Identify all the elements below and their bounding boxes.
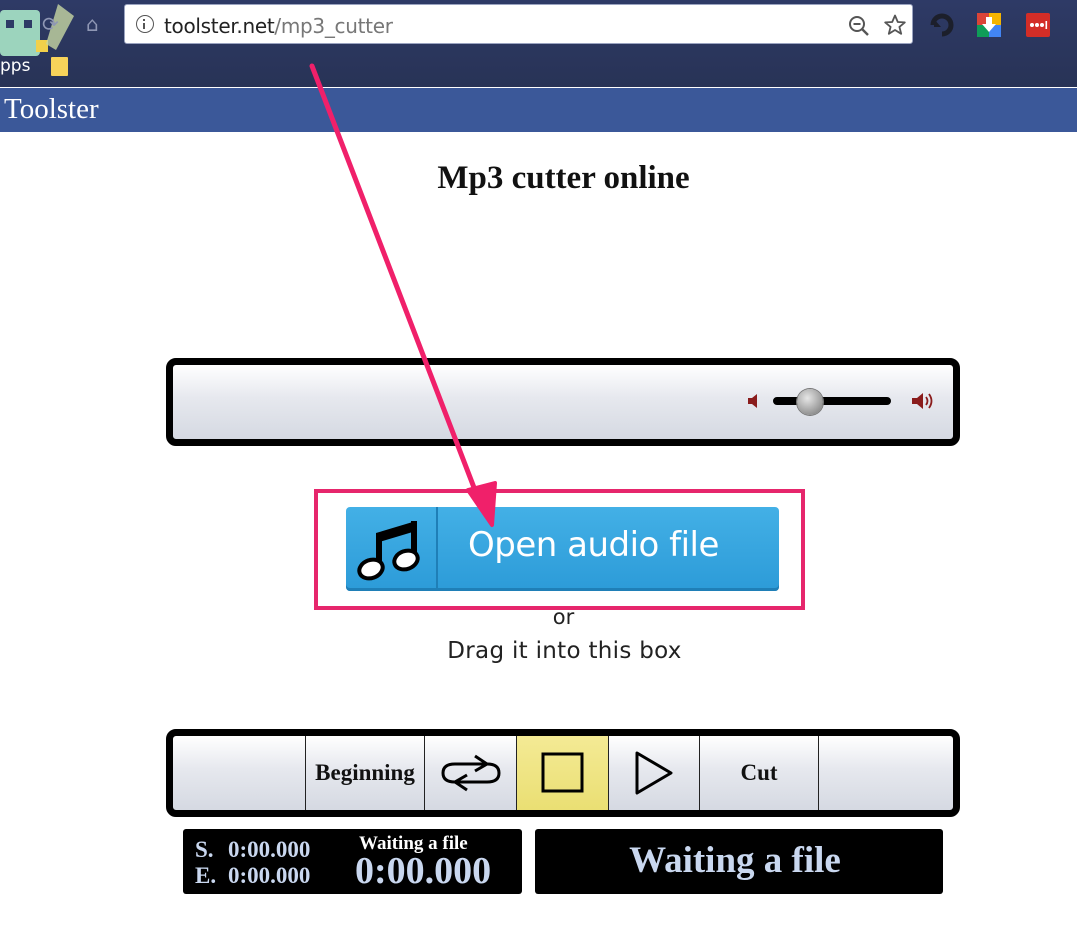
open-audio-file-button[interactable]: Open audio file <box>346 507 779 591</box>
download-extension-icon[interactable] <box>977 13 1001 37</box>
page-title: Mp3 cutter online <box>437 160 690 196</box>
extension-icon[interactable] <box>930 13 954 37</box>
status-message: Waiting a file <box>629 840 841 881</box>
volume-slider-track[interactable] <box>773 397 891 405</box>
loop-button[interactable] <box>424 736 516 810</box>
bookmark-folder-icon[interactable] <box>51 57 68 76</box>
controls-empty-right <box>818 736 953 810</box>
end-time-value: 0:00.000 <box>228 863 311 888</box>
zoom-icon[interactable] <box>847 14 871 38</box>
reload-icon[interactable]: ⟳ <box>42 12 59 36</box>
play-button[interactable] <box>608 736 699 810</box>
play-icon <box>635 751 673 795</box>
playback-controls-bar: Beginning Cut <box>166 729 960 817</box>
bookmarks-apps-label[interactable]: pps <box>0 56 30 76</box>
home-icon[interactable]: ⌂ <box>86 12 99 36</box>
controls-empty-left <box>173 736 305 810</box>
current-time-value: 0:00.000 <box>355 850 492 892</box>
url-text[interactable]: toolster.net/mp3_cutter <box>164 14 393 38</box>
drag-drop-hint: Drag it into this box <box>447 638 682 664</box>
audio-player-bar <box>166 358 960 446</box>
volume-slider-thumb[interactable] <box>797 389 824 415</box>
start-time-value: 0:00.000 <box>228 837 311 862</box>
site-info-icon[interactable] <box>136 15 154 33</box>
time-display-panel: S. 0:00.000 E. 0:00.000 Waiting a file 0… <box>183 829 522 894</box>
stop-icon <box>541 752 584 793</box>
open-audio-file-label: Open audio file <box>468 525 719 565</box>
site-logo-text[interactable]: Toolster <box>4 93 99 126</box>
end-prefix: E. <box>195 863 217 888</box>
beginning-button[interactable]: Beginning <box>305 736 424 810</box>
start-prefix: S. <box>195 837 214 862</box>
lastpass-icon[interactable] <box>1026 13 1050 37</box>
cut-button[interactable]: Cut <box>699 736 818 810</box>
status-display-panel: Waiting a file <box>535 829 943 894</box>
volume-high-icon[interactable] <box>911 391 939 411</box>
open-button-icon-area <box>346 507 438 591</box>
or-text: or <box>552 605 575 629</box>
bookmark-star-icon[interactable] <box>883 13 907 37</box>
loop-icon <box>441 754 501 792</box>
music-note-icon <box>357 521 420 581</box>
volume-low-icon[interactable] <box>747 393 761 409</box>
address-bar[interactable]: toolster.net/mp3_cutter <box>124 4 913 44</box>
theme-mascot-icon <box>0 4 74 56</box>
site-header: Toolster <box>0 88 1077 132</box>
browser-toolbar: ⟳ ⌂ toolster.net/mp3_cutter pps <box>0 0 1077 87</box>
stop-button[interactable] <box>516 736 608 810</box>
